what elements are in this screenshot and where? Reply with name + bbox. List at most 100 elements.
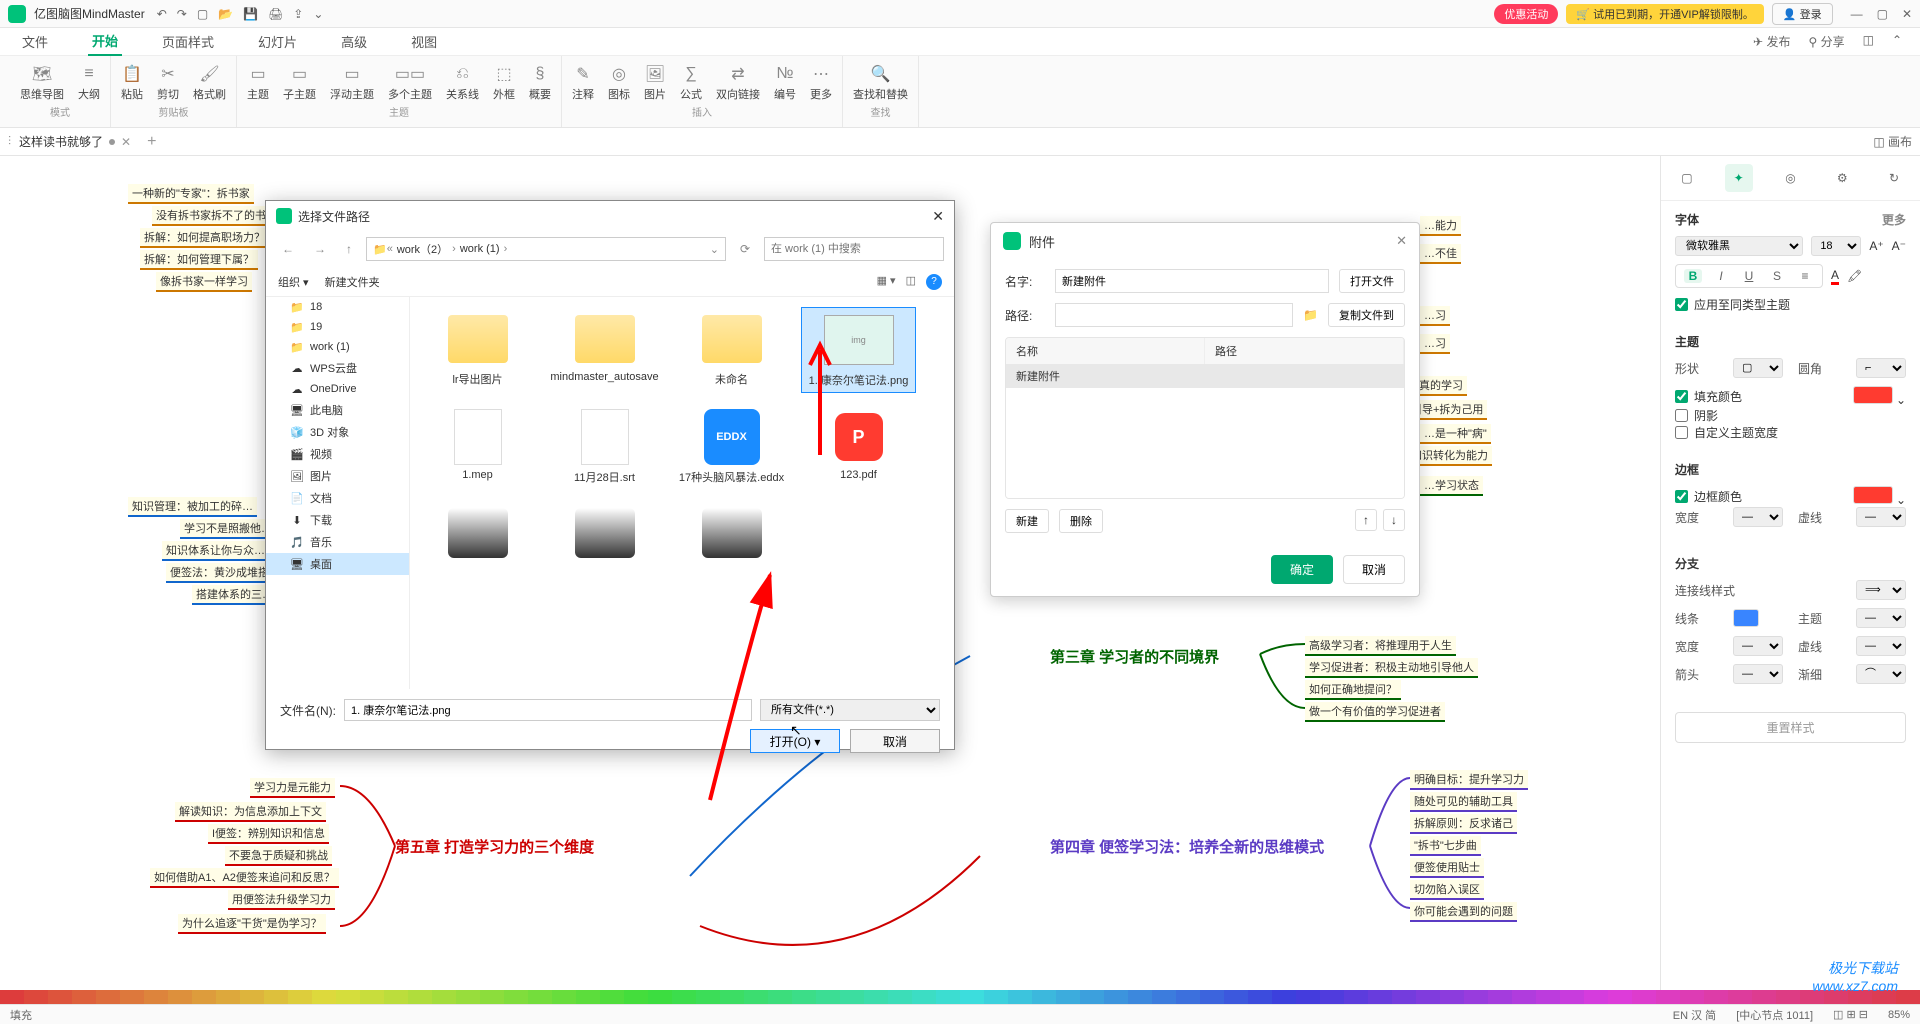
collapse-icon[interactable]: ⌃ xyxy=(1892,33,1902,50)
width-checkbox[interactable] xyxy=(1675,426,1688,439)
mm-node[interactable]: 随处可见的辅助工具 xyxy=(1410,792,1517,812)
color-swatch[interactable] xyxy=(264,990,288,1004)
color-swatch[interactable] xyxy=(624,990,648,1004)
color-swatch[interactable] xyxy=(576,990,600,1004)
tool-image[interactable]: 🖼图片 xyxy=(644,64,666,102)
tool-floating[interactable]: ▭浮动主题 xyxy=(330,64,374,102)
document-tab[interactable]: 这样读书就够了 ✕ xyxy=(11,133,139,150)
ad-table-row[interactable]: 新建附件 xyxy=(1006,364,1404,388)
color-swatch[interactable] xyxy=(1560,990,1584,1004)
color-swatch[interactable] xyxy=(144,990,168,1004)
tool-paste[interactable]: 📋粘贴 xyxy=(121,64,143,102)
mm-node[interactable]: 一种新的"专家"：拆书家 xyxy=(128,184,254,204)
file-item[interactable]: EDDX17种头脑风暴法.eddx xyxy=(674,405,789,489)
preview-icon[interactable]: ◫ xyxy=(906,274,916,290)
tree-item[interactable]: 📁19 xyxy=(266,317,409,337)
fill-checkbox[interactable] xyxy=(1675,390,1688,403)
menu-pagestyle[interactable]: 页面样式 xyxy=(158,28,218,55)
tool-relation[interactable]: ⎌关系线 xyxy=(446,64,479,102)
color-swatch[interactable] xyxy=(216,990,240,1004)
fill-color-swatch[interactable] xyxy=(1853,386,1893,404)
color-swatch[interactable] xyxy=(1152,990,1176,1004)
mm-node[interactable]: 没有拆书家拆不了的书 xyxy=(152,206,270,226)
tool-outline[interactable]: ≡大纲 xyxy=(78,64,100,102)
color-swatch[interactable] xyxy=(312,990,336,1004)
tool-mindmap[interactable]: 🗺思维导图 xyxy=(20,64,64,102)
branch-width-select[interactable]: — xyxy=(1733,636,1783,656)
color-swatch[interactable] xyxy=(840,990,864,1004)
refresh-icon[interactable]: ⟳ xyxy=(734,240,756,258)
mm-node[interactable]: …习 xyxy=(1420,334,1450,354)
mm-node[interactable]: 明确目标：提升学习力 xyxy=(1410,770,1528,790)
italic-icon[interactable]: I xyxy=(1712,269,1730,283)
color-swatch[interactable] xyxy=(384,990,408,1004)
color-swatch[interactable] xyxy=(1128,990,1152,1004)
mm-node[interactable]: 用便签法升级学习力 xyxy=(228,890,335,910)
rp-tab-gear[interactable]: ⚙ xyxy=(1828,164,1856,192)
color-swatch[interactable] xyxy=(1632,990,1656,1004)
view-dropdown-icon[interactable]: ▦ ▾ xyxy=(877,274,896,290)
color-swatch[interactable] xyxy=(1080,990,1104,1004)
ad-delete-button[interactable]: 删除 xyxy=(1059,509,1103,533)
tree-item[interactable]: 📄文档 xyxy=(266,487,409,509)
color-swatch[interactable] xyxy=(1344,990,1368,1004)
tool-cut[interactable]: ✂剪切 xyxy=(157,64,179,102)
font-size-select[interactable]: 18 xyxy=(1811,236,1861,256)
filename-input[interactable] xyxy=(344,699,752,721)
tool-findreplace[interactable]: 🔍查找和替换 xyxy=(853,64,908,102)
color-swatch[interactable] xyxy=(1488,990,1512,1004)
color-swatch[interactable] xyxy=(1392,990,1416,1004)
color-swatch[interactable] xyxy=(768,990,792,1004)
path-box[interactable]: 📁 « work（2） › work (1) › ⌄ xyxy=(366,237,726,261)
promo-badge[interactable]: 优惠活动 xyxy=(1494,4,1558,24)
file-item[interactable] xyxy=(674,501,789,565)
menu-file[interactable]: 文件 xyxy=(18,28,52,55)
arrow-select[interactable]: — xyxy=(1733,664,1783,684)
file-item[interactable]: P123.pdf xyxy=(801,405,916,489)
branch-dash-select[interactable]: — xyxy=(1856,636,1906,656)
mm-node[interactable]: 知识体系让你与众… xyxy=(162,541,269,561)
color-swatch[interactable] xyxy=(168,990,192,1004)
ch5-title[interactable]: 第五章 打造学习力的三个维度 xyxy=(395,836,594,857)
new-folder-button[interactable]: 新建文件夹 xyxy=(325,274,380,290)
mm-node[interactable]: 你可能会遇到的问题 xyxy=(1410,902,1517,922)
color-swatch[interactable] xyxy=(552,990,576,1004)
corner-select[interactable]: ⌐ xyxy=(1856,358,1906,378)
mm-node[interactable]: …习 xyxy=(1420,306,1450,326)
color-swatch[interactable] xyxy=(984,990,1008,1004)
color-swatch[interactable] xyxy=(408,990,432,1004)
bold-icon[interactable]: B xyxy=(1684,269,1702,283)
color-swatch[interactable] xyxy=(480,990,504,1004)
export-icon[interactable]: ⇪ xyxy=(293,7,303,21)
color-swatch[interactable] xyxy=(1536,990,1560,1004)
ad-copy-button[interactable]: 复制文件到 xyxy=(1328,303,1405,327)
color-swatch[interactable] xyxy=(1704,990,1728,1004)
tool-topic[interactable]: ▭主题 xyxy=(247,64,269,102)
fd-files[interactable]: lr导出图片mindmaster_autosave未命名img1. 康奈尔笔记法… xyxy=(410,297,954,689)
color-swatch[interactable] xyxy=(1272,990,1296,1004)
color-swatch[interactable] xyxy=(600,990,624,1004)
file-item[interactable] xyxy=(420,501,535,565)
color-swatch[interactable] xyxy=(1728,990,1752,1004)
menu-view[interactable]: 视图 xyxy=(407,28,441,55)
color-swatch[interactable] xyxy=(1176,990,1200,1004)
mm-node[interactable]: 做一个有价值的学习促进者 xyxy=(1305,702,1445,722)
login-badge[interactable]: 👤 登录 xyxy=(1772,3,1833,25)
menu-start[interactable]: 开始 xyxy=(88,27,122,56)
ad-openfile-button[interactable]: 打开文件 xyxy=(1339,269,1405,293)
color-swatch[interactable] xyxy=(1224,990,1248,1004)
menu-advanced[interactable]: 高级 xyxy=(337,28,371,55)
apply-all-checkbox[interactable] xyxy=(1675,298,1688,311)
organize-dropdown[interactable]: 组织 ▾ xyxy=(278,274,309,290)
mm-node[interactable]: I便签：辨别知识和信息 xyxy=(208,824,329,844)
path-dropdown-icon[interactable]: ⌄ xyxy=(710,243,719,256)
tool-note[interactable]: ✎注释 xyxy=(572,64,594,102)
tool-number[interactable]: №编号 xyxy=(774,64,796,102)
status-lang[interactable]: EN 汉 简 xyxy=(1673,1007,1716,1023)
linestyle-select[interactable]: ⟹ xyxy=(1856,580,1906,600)
tab-add-icon[interactable]: + xyxy=(147,133,156,151)
branch-topic-select[interactable]: — xyxy=(1856,608,1906,628)
color-swatch[interactable] xyxy=(1032,990,1056,1004)
color-swatch[interactable] xyxy=(1248,990,1272,1004)
ad-down-icon[interactable]: ↓ xyxy=(1383,509,1405,531)
